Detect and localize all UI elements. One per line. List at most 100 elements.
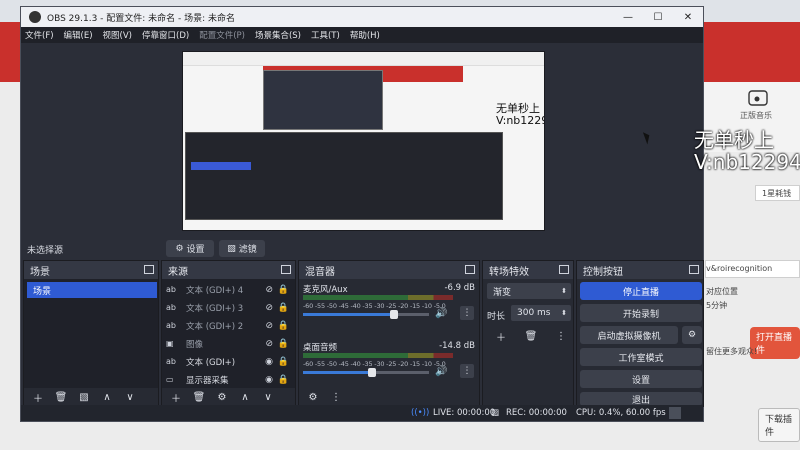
menu-tools[interactable]: 工具(T) (311, 29, 340, 41)
preview-selected-scene (191, 162, 251, 170)
eye-icon[interactable]: ◉ (265, 375, 273, 385)
channel-name: 桌面音频 (303, 343, 338, 353)
speaker-icon[interactable]: 🔊 (435, 366, 447, 377)
image-source-icon: ▣ (166, 339, 174, 348)
source-row[interactable]: ▣ 图像 ⊘ 🔒 (162, 335, 295, 352)
stop-streaming-button[interactable]: 停止直播 (580, 282, 702, 300)
mixer-toolbar: ⚙ ⋮ (299, 388, 479, 406)
slider-knob[interactable] (389, 310, 398, 319)
source-row[interactable]: ab 文本 (GDI+) 2 ⊘ 🔒 (162, 317, 295, 334)
close-button[interactable]: ✕ (673, 7, 703, 27)
volume-meter (303, 295, 453, 300)
menu-scene-collection[interactable]: 场景集合(S) (255, 29, 301, 41)
minimize-button[interactable]: — (613, 7, 643, 27)
speaker-icon[interactable]: 🔊 (435, 308, 447, 319)
transition-select[interactable]: 渐变 ⬍ (487, 283, 571, 299)
more-options-icon[interactable]: ⋮ (326, 390, 346, 404)
start-recording-button[interactable]: 开始录制 (580, 304, 702, 322)
menu-profile[interactable]: 配置文件(P) (199, 29, 245, 41)
exit-button[interactable]: 退出 (580, 392, 702, 406)
lock-icon[interactable]: 🔒 (278, 285, 289, 295)
preview-nested-capture (263, 70, 383, 130)
scene-item[interactable]: 场景 (27, 282, 157, 298)
sources-title: 来源 (168, 266, 188, 278)
scenes-title: 场景 (30, 266, 50, 278)
source-row[interactable]: ▭ 显示器采集 ◉ 🔒 (162, 371, 295, 388)
gear-icon[interactable]: ⚙ (212, 390, 232, 404)
virtual-camera-settings-icon[interactable]: ⚙ (682, 326, 702, 344)
popout-icon[interactable] (465, 265, 475, 274)
rec-indicator-icon: ▨ (491, 408, 500, 418)
settings-button[interactable]: 设置 (580, 370, 702, 388)
popout-icon[interactable] (144, 265, 154, 274)
title-bar[interactable]: OBS 29.1.3 - 配置文件: 未命名 - 场景: 未命名 — ☐ ✕ (21, 7, 703, 27)
lock-icon[interactable]: 🔒 (278, 321, 289, 331)
maximize-button[interactable]: ☐ (643, 7, 673, 27)
more-options-icon[interactable]: ⋮ (460, 306, 474, 320)
gear-icon: ⚙ (175, 243, 184, 254)
channel-db: -6.9 dB (444, 283, 475, 293)
lock-icon[interactable]: 🔒 (278, 357, 289, 367)
menu-file[interactable]: 文件(F) (25, 29, 54, 41)
source-row[interactable]: ab 文本 (GDI+) ◉ 🔒 (162, 353, 295, 370)
sources-dock: 来源 ab 文本 (GDI+) 4 ⊘ 🔒 ab 文本 (GDI+) 3 ⊘ 🔒… (161, 260, 296, 407)
more-options-icon[interactable]: ⋮ (460, 364, 474, 378)
eye-hidden-icon[interactable]: ⊘ (265, 321, 273, 331)
menu-edit[interactable]: 编辑(E) (64, 29, 93, 41)
scenes-toolbar: ＋ 🗑 ▧ ∧ ∨ (24, 388, 158, 406)
status-resize-grip[interactable] (669, 407, 681, 419)
filter-icon: ▧ (227, 243, 236, 254)
filters-button[interactable]: ▧ 滤镜 (219, 240, 265, 257)
gear-icon[interactable]: ⚙ (303, 390, 323, 404)
leave-text: 留住更多观众! (706, 347, 758, 356)
open-live-button[interactable]: 打开直播件 (750, 327, 800, 359)
source-row[interactable]: ab 文本 (GDI+) 3 ⊘ 🔒 (162, 299, 295, 316)
move-down-icon[interactable]: ∨ (120, 390, 140, 404)
music-icon (748, 90, 768, 106)
menu-bar: 文件(F) 编辑(E) 视图(V) 停靠窗口(D) 配置文件(P) 场景集合(S… (21, 27, 703, 43)
popout-icon[interactable] (559, 265, 569, 274)
move-up-icon[interactable]: ∧ (97, 390, 117, 404)
controls-dock: 控制按钮 停止直播 开始录制 启动虚拟摄像机 ⚙ 工作室模式 设置 退出 (576, 260, 704, 407)
eye-icon[interactable]: ◉ (265, 357, 273, 367)
meter-scale: -60 -55 -50 -45 -40 -35 -30 -25 -20 -15 … (303, 360, 446, 368)
menu-help[interactable]: 帮助(H) (350, 29, 380, 41)
download-plugin-button[interactable]: 下载插件 (758, 408, 800, 442)
preview-canvas[interactable]: 无单秒上 V:nb122943 (182, 51, 545, 231)
trash-icon[interactable]: 🗑 (521, 329, 541, 343)
slider-fill (303, 313, 394, 316)
transitions-body: 渐变 ⬍ 时长 300 ms ⬍ ＋ 🗑 ⋮ (483, 279, 573, 390)
filter-icon[interactable]: ▧ (74, 390, 94, 404)
eye-hidden-icon[interactable]: ⊘ (265, 285, 273, 295)
slider-knob[interactable] (368, 368, 377, 377)
studio-mode-button[interactable]: 工作室模式 (580, 348, 702, 366)
volume-meter (303, 353, 453, 358)
chevron-updown-icon[interactable]: ⬍ (561, 309, 567, 317)
start-virtual-camera-button[interactable]: 启动虚拟摄像机 (580, 326, 678, 344)
move-up-icon[interactable]: ∧ (235, 390, 255, 404)
trash-icon[interactable]: 🗑 (51, 390, 71, 404)
add-icon[interactable]: ＋ (166, 390, 186, 405)
popout-icon[interactable] (281, 265, 291, 274)
move-down-icon[interactable]: ∨ (258, 390, 278, 404)
duration-spinbox[interactable]: 300 ms ⬍ (511, 305, 571, 321)
more-options-icon[interactable]: ⋮ (551, 329, 571, 343)
menu-view[interactable]: 视图(V) (103, 29, 132, 41)
lock-icon[interactable]: 🔒 (278, 303, 289, 313)
source-row[interactable]: ab 文本 (GDI+) 4 ⊘ 🔒 (162, 281, 295, 298)
add-icon[interactable]: ＋ (491, 329, 511, 344)
volume-slider[interactable] (303, 310, 429, 319)
menu-docks[interactable]: 停靠窗口(D) (142, 29, 189, 41)
properties-button[interactable]: ⚙ 设置 (166, 240, 214, 257)
no-source-label: 未选择源 (27, 246, 64, 256)
eye-hidden-icon[interactable]: ⊘ (265, 303, 273, 313)
fans-box[interactable]: 1星耗钱 (755, 185, 800, 201)
lock-icon[interactable]: 🔒 (278, 375, 289, 385)
lock-icon[interactable]: 🔒 (278, 339, 289, 349)
popout-icon[interactable] (689, 265, 699, 274)
volume-slider[interactable] (303, 368, 429, 377)
eye-hidden-icon[interactable]: ⊘ (265, 339, 273, 349)
add-icon[interactable]: ＋ (28, 390, 48, 405)
trash-icon[interactable]: 🗑 (189, 390, 209, 404)
recognition-box[interactable]: v&roirecognition (705, 260, 800, 278)
